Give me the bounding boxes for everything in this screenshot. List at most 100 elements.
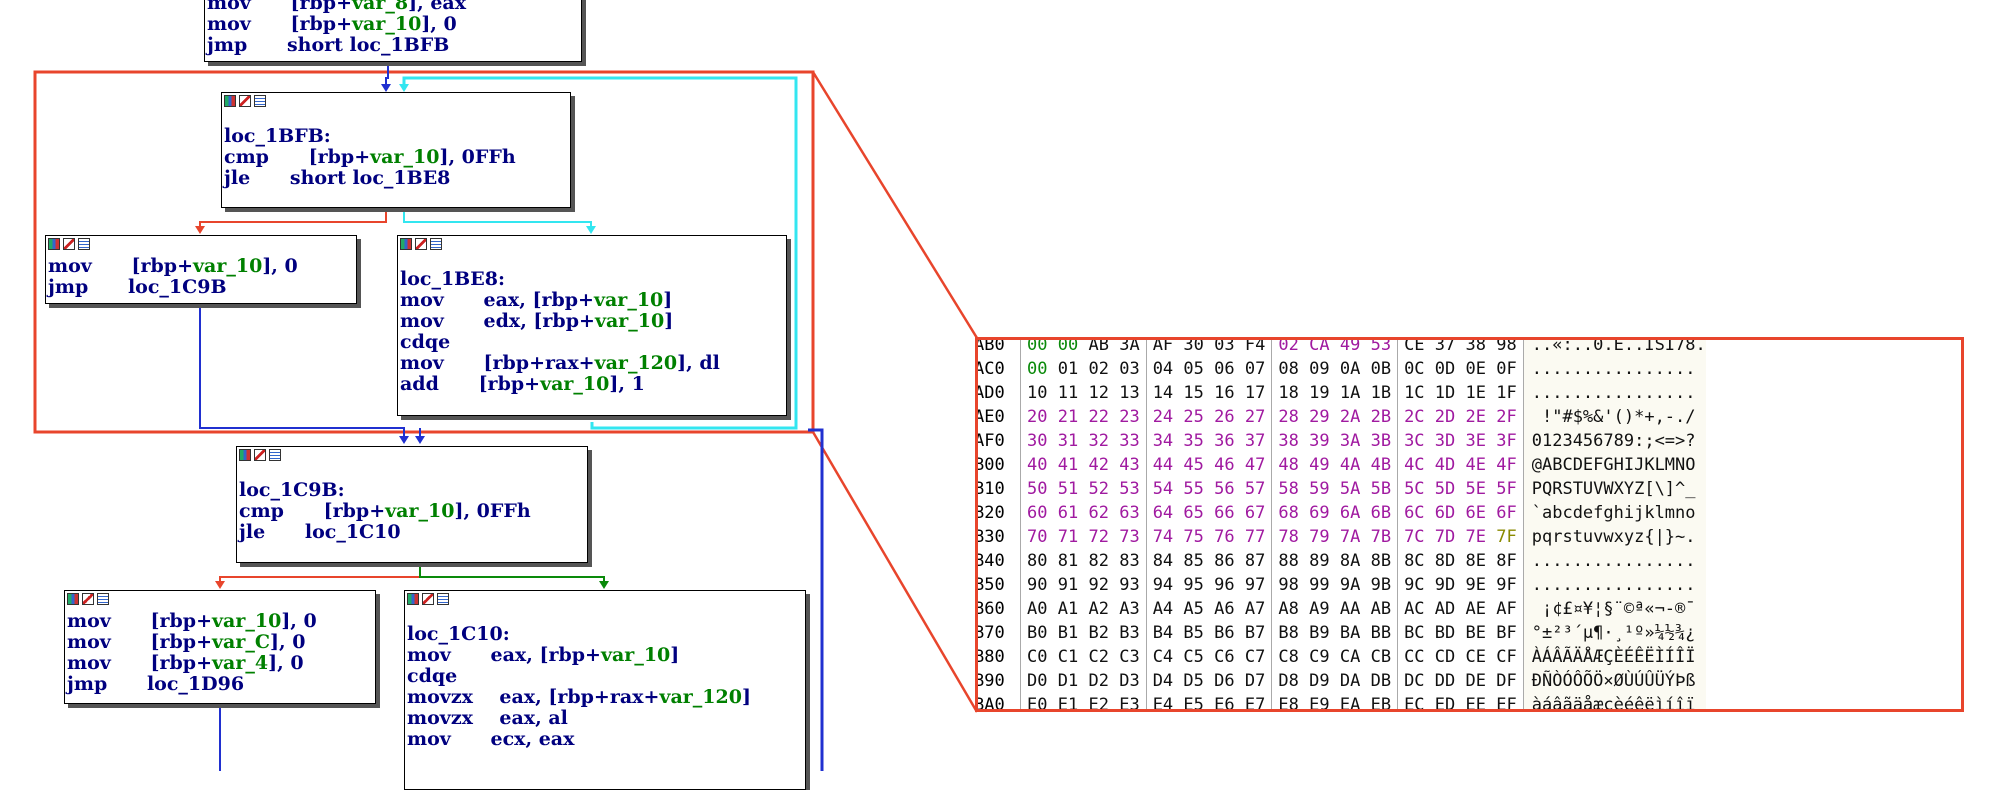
hex-byte[interactable]: BF [1496,623,1516,643]
hex-byte[interactable]: 15 [1183,383,1203,403]
hex-byte[interactable]: 0B [1371,359,1391,379]
hex-byte[interactable]: E4 [1153,695,1173,709]
asm-line[interactable]: movzx eax, al [407,708,805,729]
asm-variable[interactable]: var_10 [594,289,663,311]
hex-byte[interactable]: 82 [1088,551,1108,571]
hex-row[interactable]: B10 50 51 52 53 54 55 56 57 58 59 5A 5B 5C 5… [978,477,1706,501]
hex-byte[interactable]: 84 [1153,551,1173,571]
asm-variable[interactable]: var_10 [540,373,609,395]
hex-byte[interactable]: AB [1371,599,1391,619]
hex-byte[interactable]: E8 [1278,695,1298,709]
hex-byte[interactable]: 73 [1119,527,1139,547]
hex-byte[interactable]: 3B [1371,431,1391,451]
hex-byte[interactable]: B7 [1245,623,1265,643]
hex-byte[interactable]: 14 [1153,383,1173,403]
hex-byte[interactable]: 79 [1309,527,1329,547]
hex-byte[interactable]: AB [1088,340,1108,355]
hex-byte[interactable]: 4B [1371,455,1391,475]
asm-variable[interactable]: var_10 [212,610,281,632]
hex-byte[interactable]: 2C [1404,407,1424,427]
hex-byte[interactable]: C2 [1088,647,1108,667]
asm-line[interactable]: jmp loc_1D96 [67,674,375,695]
hex-byte[interactable]: 7D [1435,527,1455,547]
hex-byte[interactable]: 7F [1496,527,1516,547]
hex-row[interactable]: AB0 00 00 AB 3A AF 30 03 F4 02 CA 49 53 CE 3… [978,340,1706,357]
hex-byte[interactable]: 3C [1404,431,1424,451]
hex-byte[interactable]: A7 [1245,599,1265,619]
hex-row[interactable]: B50 90 91 92 93 94 95 96 97 98 99 9A 9B 9C 9… [978,573,1706,597]
hex-byte[interactable]: 75 [1183,527,1203,547]
hex-byte[interactable]: 49 [1340,340,1360,355]
hex-byte[interactable]: A9 [1309,599,1329,619]
hex-byte[interactable]: 0F [1496,359,1516,379]
hex-byte[interactable]: 6D [1435,503,1455,523]
hex-byte[interactable]: D4 [1153,671,1173,691]
hex-byte[interactable]: 04 [1153,359,1173,379]
asm-line[interactable] [400,248,786,269]
asm-line[interactable] [239,459,587,480]
hex-byte[interactable]: 01 [1058,359,1078,379]
hex-view-zoom[interactable]: AB0 00 00 AB 3A AF 30 03 F4 02 CA 49 53 CE 3… [975,337,1964,712]
hex-byte[interactable]: 61 [1058,503,1078,523]
hex-byte[interactable]: 3A [1119,340,1139,355]
hex-byte[interactable]: CF [1496,647,1516,667]
hex-byte[interactable]: 07 [1245,359,1265,379]
hex-byte[interactable]: 8C [1404,551,1424,571]
hex-byte[interactable]: 39 [1309,431,1329,451]
asm-line[interactable]: mov [rbp+var_10], 0 [48,256,356,277]
hex-byte[interactable]: 40 [1027,455,1047,475]
hex-byte[interactable]: 6E [1466,503,1486,523]
hex-byte[interactable]: CE [1404,340,1424,355]
hex-byte[interactable]: 65 [1183,503,1203,523]
hex-row[interactable]: AD0 10 11 12 13 14 15 16 17 18 19 1A 1B 1C 1… [978,381,1706,405]
hex-byte[interactable]: D7 [1245,671,1265,691]
hex-byte[interactable]: AF [1496,599,1516,619]
hex-byte[interactable]: B9 [1309,623,1329,643]
hex-byte[interactable]: 77 [1245,527,1265,547]
hex-byte[interactable]: 58 [1278,479,1298,499]
hex-byte[interactable]: 6C [1404,503,1424,523]
hex-byte[interactable]: 0D [1435,359,1455,379]
hex-byte[interactable]: 30 [1183,340,1203,355]
hex-byte[interactable]: 72 [1088,527,1108,547]
hex-byte[interactable]: 4E [1466,455,1486,475]
hex-byte[interactable]: CB [1371,647,1391,667]
hex-byte[interactable]: F4 [1245,340,1265,355]
hex-byte[interactable]: A5 [1183,599,1203,619]
hex-byte[interactable]: CA [1309,340,1329,355]
hex-byte[interactable]: A0 [1027,599,1047,619]
asm-line[interactable]: mov edx, [rbp+var_10] [400,311,786,332]
hex-byte[interactable]: 1E [1466,383,1486,403]
hex-byte[interactable]: 88 [1278,551,1298,571]
asm-line[interactable]: jmp short loc_1BFB [207,35,581,56]
asm-variable[interactable]: var_10 [385,500,454,522]
hex-byte[interactable]: 09 [1309,359,1329,379]
hex-byte[interactable]: D6 [1214,671,1234,691]
hex-byte[interactable]: DF [1496,671,1516,691]
hex-byte[interactable]: D5 [1183,671,1203,691]
hex-byte[interactable]: 34 [1153,431,1173,451]
hex-byte[interactable]: 64 [1153,503,1173,523]
hex-byte[interactable]: 53 [1371,340,1391,355]
hex-byte[interactable]: 3F [1496,431,1516,451]
hex-byte[interactable]: C8 [1278,647,1298,667]
hex-byte[interactable]: 93 [1119,575,1139,595]
hex-byte[interactable]: 2B [1371,407,1391,427]
hex-byte[interactable]: 0E [1466,359,1486,379]
hex-byte[interactable]: C1 [1058,647,1078,667]
hex-byte[interactable]: 60 [1027,503,1047,523]
hex-byte[interactable]: 43 [1119,455,1139,475]
hex-byte[interactable]: EE [1466,695,1486,709]
hex-byte[interactable]: 8B [1371,551,1391,571]
hex-byte[interactable]: 08 [1278,359,1298,379]
hex-byte[interactable]: 3D [1435,431,1455,451]
hex-byte[interactable]: 35 [1183,431,1203,451]
hex-byte[interactable]: 2A [1340,407,1360,427]
hex-row[interactable]: B60 A0 A1 A2 A3 A4 A5 A6 A7 A8 A9 AA AB AC A… [978,597,1706,621]
hex-byte[interactable]: 4A [1340,455,1360,475]
hex-byte[interactable]: 23 [1119,407,1139,427]
hex-byte[interactable]: 85 [1183,551,1203,571]
asm-line[interactable]: mov [rbp+var_10], 0 [207,14,581,35]
hex-byte[interactable]: 9C [1404,575,1424,595]
hex-byte[interactable]: 55 [1183,479,1203,499]
